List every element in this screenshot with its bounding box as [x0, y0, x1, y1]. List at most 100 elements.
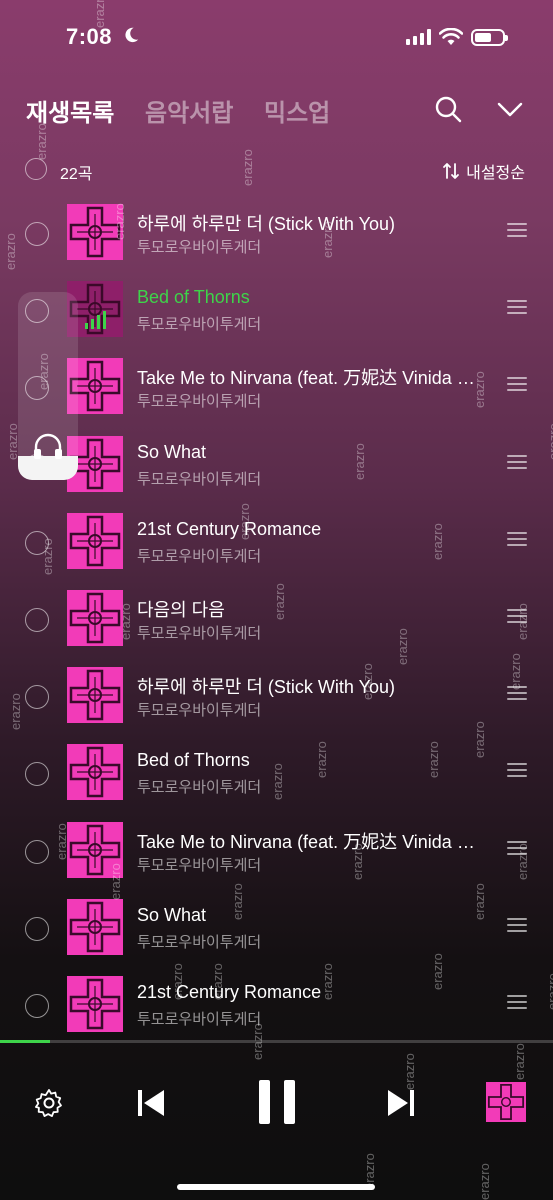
- drag-handle-icon[interactable]: [507, 377, 527, 392]
- wifi-icon: [439, 28, 463, 45]
- headphone-icon: [34, 433, 62, 459]
- battery-icon: [471, 28, 508, 46]
- status-icons: [406, 28, 508, 46]
- progress-bar[interactable]: [0, 1040, 553, 1043]
- volume-slider[interactable]: [18, 292, 78, 480]
- album-art-icon: [69, 206, 121, 258]
- track-artist: 투모로우바이투게더: [137, 933, 262, 951]
- track-artist: 투모로우바이투게더: [137, 316, 262, 334]
- moon-icon: [125, 27, 139, 43]
- search-icon[interactable]: [432, 93, 464, 125]
- drag-handle-icon[interactable]: [507, 300, 527, 315]
- track-row[interactable]: 21st Century Romance 투모로우바이투게더: [0, 966, 553, 1043]
- track-checkbox[interactable]: [25, 607, 49, 632]
- drag-handle-icon[interactable]: [507, 531, 527, 546]
- sort-icon: [443, 163, 460, 179]
- track-title: Bed of Thorns: [137, 750, 250, 771]
- drag-handle-icon[interactable]: [507, 223, 527, 237]
- status-time: 7:08: [66, 24, 113, 49]
- track-title: Take Me to Nirvana (feat. 万妮达 Vinida Wen…: [137, 368, 482, 389]
- album-art-icon: [69, 978, 121, 1030]
- previous-icon[interactable]: [135, 1086, 167, 1120]
- tab-music-drawer[interactable]: 음악서랍: [145, 93, 233, 128]
- sort-label: 내설정순: [466, 165, 525, 182]
- track-checkbox[interactable]: [25, 222, 49, 246]
- track-row[interactable]: So What 투모로우바이투게더: [0, 889, 553, 966]
- album-art-icon: [69, 901, 121, 952]
- track-row[interactable]: 다음의 다음 투모로우바이투게더: [0, 580, 553, 657]
- track-artist: 투모로우바이투게더: [137, 547, 262, 565]
- pause-icon[interactable]: [255, 1078, 299, 1126]
- select-all-checkbox[interactable]: [25, 158, 47, 180]
- signal-icon: [406, 29, 431, 45]
- track-title: Take Me to Nirvana (feat. 万妮达 Vinida Wen…: [137, 831, 482, 852]
- drag-handle-icon[interactable]: [507, 454, 527, 469]
- track-row[interactable]: So What 투모로우바이투게더: [0, 426, 553, 503]
- track-row[interactable]: Take Me to Nirvana (feat. 万妮达 Vinida Wen…: [0, 812, 553, 889]
- album-art-icon: [69, 824, 121, 875]
- track-artist: 투모로우바이투게더: [137, 856, 262, 874]
- track-row[interactable]: Take Me to Nirvana (feat. 万妮达 Vinida Wen…: [0, 348, 553, 425]
- drag-handle-icon[interactable]: [507, 763, 527, 778]
- track-checkbox[interactable]: [25, 993, 49, 1018]
- album-art: [67, 975, 123, 1032]
- track-artist: 투모로우바이투게더: [137, 239, 262, 256]
- album-art: [67, 898, 123, 955]
- album-art-icon: [69, 515, 121, 566]
- tab-playlist[interactable]: 재생목록: [26, 93, 114, 128]
- track-artist: 투모로우바이투게더: [137, 393, 262, 411]
- track-artist: 투모로우바이투게더: [137, 779, 262, 797]
- track-checkbox[interactable]: [25, 530, 49, 555]
- gear-icon[interactable]: [34, 1088, 64, 1118]
- drag-handle-icon[interactable]: [507, 840, 527, 855]
- track-list: 하루에 하루만 더 (Stick With You) 투모로우바이투게더 Bed o…: [0, 194, 553, 1043]
- sort-button[interactable]: 내설정순: [442, 159, 525, 183]
- track-count: 22곡: [60, 166, 93, 183]
- track-artist: 투모로우바이투게더: [137, 1010, 262, 1028]
- album-art-icon: [69, 669, 121, 721]
- album-art: [67, 204, 123, 260]
- track-row[interactable]: 하루에 하루만 더 (Stick With You) 투모로우바이투게더: [0, 657, 553, 734]
- track-checkbox[interactable]: [25, 916, 49, 941]
- chevron-down-icon[interactable]: [494, 93, 526, 125]
- track-title: Bed of Thorns: [137, 287, 250, 308]
- track-row[interactable]: Bed of Thorns 투모로우바이투게더: [0, 734, 553, 811]
- track-checkbox[interactable]: [25, 762, 49, 787]
- album-art: [67, 589, 123, 646]
- next-icon[interactable]: [385, 1086, 417, 1120]
- list-header: 22곡 내설정순: [0, 152, 553, 188]
- track-artist: 투모로우바이투게더: [137, 470, 262, 488]
- header: 재생목록 음악서랍 믹스업: [0, 85, 553, 135]
- drag-handle-icon[interactable]: [507, 686, 527, 701]
- drag-handle-icon[interactable]: [507, 994, 527, 1009]
- album-art-icon: [487, 1083, 525, 1121]
- drag-handle-icon[interactable]: [507, 608, 527, 623]
- drag-handle-icon[interactable]: [507, 917, 527, 932]
- track-checkbox[interactable]: [25, 839, 49, 864]
- track-artist: 투모로우바이투게더: [137, 624, 262, 642]
- track-title: 하루에 하루만 더 (Stick With You): [137, 214, 395, 234]
- album-art-icon: [69, 592, 121, 644]
- track-title: So What: [137, 441, 207, 462]
- now-playing-album-art[interactable]: [486, 1082, 526, 1122]
- track-title: So What: [137, 904, 207, 925]
- album-art: [67, 744, 123, 801]
- status-bar: 7:08: [0, 0, 553, 70]
- album-art-icon: [69, 747, 121, 798]
- track-title: 21st Century Romance: [137, 981, 322, 1002]
- album-art: [67, 667, 123, 724]
- track-row[interactable]: Bed of Thorns 투모로우바이투게더: [0, 271, 553, 348]
- player-controls: [0, 1060, 553, 1150]
- track-row[interactable]: 21st Century Romance 투모로우바이투게더: [0, 503, 553, 580]
- track-checkbox[interactable]: [25, 685, 49, 710]
- album-art: [67, 512, 123, 569]
- album-art: [67, 821, 123, 878]
- track-title: 하루에 하루만 더 (Stick With You): [137, 677, 395, 698]
- track-title: 21st Century Romance: [137, 518, 322, 539]
- progress-fill: [0, 1040, 50, 1043]
- track-artist: 투모로우바이투게더: [137, 702, 262, 720]
- watermark: erazro: [477, 1163, 492, 1200]
- track-row[interactable]: 하루에 하루만 더 (Stick With You) 투모로우바이투게더: [0, 194, 553, 271]
- home-indicator: [177, 1184, 375, 1190]
- tab-mixup[interactable]: 믹스업: [264, 93, 330, 128]
